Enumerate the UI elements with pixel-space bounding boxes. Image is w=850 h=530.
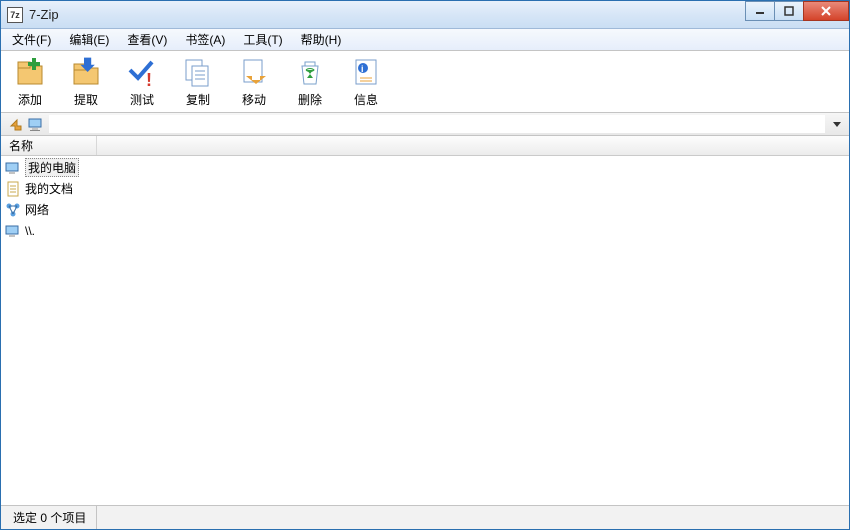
file-list[interactable]: 我的电脑 我的文档 网络 \\.	[1, 156, 849, 505]
menu-bar: 文件(F) 编辑(E) 查看(V) 书签(A) 工具(T) 帮助(H)	[1, 29, 849, 51]
title-bar: 7z 7-Zip	[1, 1, 849, 29]
info-label: 信息	[354, 91, 378, 108]
list-item-label: \\.	[25, 224, 35, 238]
svg-text:!: !	[146, 70, 152, 88]
copy-icon	[182, 56, 214, 88]
copy-label: 复制	[186, 91, 210, 108]
document-icon	[5, 181, 21, 197]
delete-label: 删除	[298, 91, 322, 108]
menu-tools[interactable]: 工具(T)	[234, 29, 291, 50]
menu-help[interactable]: 帮助(H)	[292, 29, 351, 50]
test-label: 测试	[130, 91, 154, 108]
list-item[interactable]: 我的文档	[1, 178, 849, 199]
add-label: 添加	[18, 91, 42, 108]
list-item-label: 我的文档	[25, 180, 73, 197]
test-button[interactable]: ! 测试	[119, 54, 165, 110]
window-title: 7-Zip	[29, 7, 59, 22]
copy-button[interactable]: 复制	[175, 54, 221, 110]
computer-icon	[5, 160, 21, 176]
toolbar: 添加 提取 ! 测试 复制 移动 删除 i 信息	[1, 51, 849, 113]
info-icon: i	[350, 56, 382, 88]
address-input[interactable]	[49, 115, 825, 133]
list-item-label: 我的电脑	[25, 158, 79, 177]
column-name[interactable]: 名称	[1, 136, 97, 155]
minimize-button[interactable]	[745, 1, 775, 21]
test-icon: !	[126, 56, 158, 88]
list-item[interactable]: \\.	[1, 220, 849, 241]
address-dropdown[interactable]	[829, 115, 845, 133]
move-icon	[238, 56, 270, 88]
extract-label: 提取	[74, 91, 98, 108]
close-button[interactable]	[803, 1, 849, 21]
list-item[interactable]: 我的电脑	[1, 157, 849, 178]
list-item-label: 网络	[25, 201, 49, 218]
up-button[interactable]	[5, 115, 25, 133]
info-button[interactable]: i 信息	[343, 54, 389, 110]
move-label: 移动	[242, 91, 266, 108]
list-item[interactable]: 网络	[1, 199, 849, 220]
menu-file[interactable]: 文件(F)	[3, 29, 60, 50]
extract-button[interactable]: 提取	[63, 54, 109, 110]
svg-text:i: i	[361, 64, 364, 74]
menu-edit[interactable]: 编辑(E)	[60, 29, 118, 50]
menu-view[interactable]: 查看(V)	[118, 29, 176, 50]
move-button[interactable]: 移动	[231, 54, 277, 110]
column-header: 名称	[1, 136, 849, 156]
extract-icon	[70, 56, 102, 88]
delete-icon	[294, 56, 326, 88]
menu-bookmarks[interactable]: 书签(A)	[176, 29, 234, 50]
add-button[interactable]: 添加	[7, 54, 53, 110]
address-bar	[1, 113, 849, 136]
computer-icon[interactable]	[25, 115, 45, 133]
app-icon: 7z	[7, 7, 23, 23]
computer-icon	[5, 223, 21, 239]
status-selection: 选定 0 个项目	[7, 506, 97, 529]
network-icon	[5, 202, 21, 218]
delete-button[interactable]: 删除	[287, 54, 333, 110]
window-controls	[746, 1, 849, 21]
status-bar: 选定 0 个项目	[1, 505, 849, 529]
add-icon	[14, 56, 46, 88]
maximize-button[interactable]	[774, 1, 804, 21]
